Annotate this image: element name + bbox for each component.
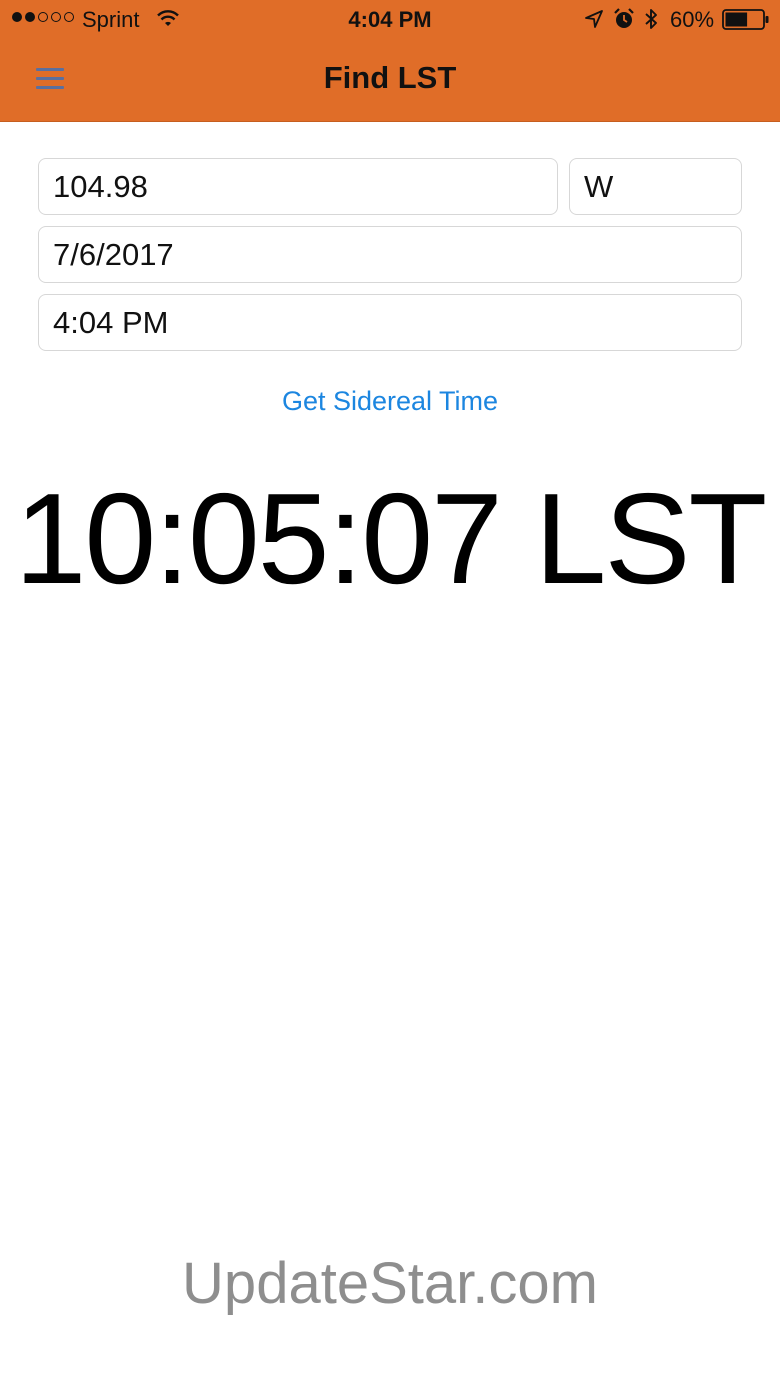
direction-field[interactable]	[569, 158, 742, 215]
bluetooth-icon	[645, 9, 657, 29]
location-arrow-icon	[585, 10, 603, 28]
status-bar: Sprint 4:04 PM 60%	[0, 0, 780, 40]
date-field[interactable]	[38, 226, 742, 283]
battery-icon	[722, 9, 769, 30]
app-header: Sprint 4:04 PM 60% Find LST	[0, 0, 780, 122]
watermark-text: UpdateStar.com	[182, 1251, 598, 1316]
alarm-clock-icon	[614, 8, 634, 28]
time-field[interactable]	[38, 294, 742, 351]
status-time: 4:04 PM	[348, 7, 432, 32]
navigation-bar: Find LST	[0, 40, 780, 120]
sidereal-time-result: 10:05:07 LST	[14, 467, 768, 611]
battery-percent: 60%	[670, 7, 715, 32]
page-title: Find LST	[323, 60, 457, 95]
get-sidereal-time-button[interactable]: Get Sidereal Time	[0, 386, 780, 417]
longitude-field[interactable]	[38, 158, 558, 215]
